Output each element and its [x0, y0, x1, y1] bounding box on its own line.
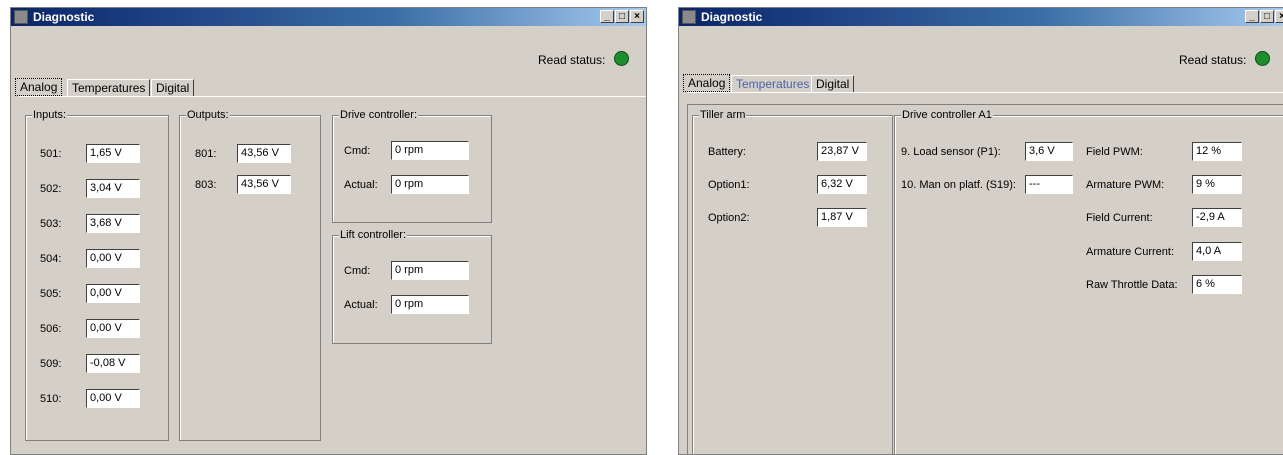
tiller-label-option1: Option1: — [708, 179, 750, 191]
minimize-icon[interactable]: _ — [1245, 10, 1259, 23]
input-value-501[interactable]: 1,65 V — [86, 144, 140, 163]
drive-controller-title: Drive controller: — [339, 109, 419, 121]
tab-temperatures[interactable]: Temperatures — [67, 79, 151, 97]
man-on-platform-value[interactable]: --- — [1025, 175, 1073, 194]
outputs-title: Outputs: — [186, 109, 230, 121]
analog-panel: Tiller arm Battery: 23,87 V Option1: 6,3… — [687, 104, 1283, 454]
minimize-icon[interactable]: _ — [600, 10, 614, 23]
status-led-icon — [614, 51, 629, 66]
load-sensor-label: 9. Load sensor (P1): — [901, 146, 1001, 158]
outputs-group: Outputs: 801: 43,56 V 803: 43,56 V — [179, 109, 321, 441]
window-title: Diagnostic — [33, 10, 95, 24]
close-icon[interactable]: × — [630, 10, 644, 23]
inputs-title: Inputs: — [32, 109, 68, 121]
input-label: 503: — [40, 218, 62, 230]
tiller-label-option2: Option2: — [708, 212, 750, 224]
tiller-arm-title: Tiller arm — [699, 109, 747, 121]
input-label: 505: — [40, 288, 62, 300]
output-value-803[interactable]: 43,56 V — [237, 175, 291, 194]
lift-controller-title: Lift controller: — [339, 229, 408, 241]
field-current-label: Field Current: — [1086, 212, 1153, 224]
drive-controller-group: Drive controller: Cmd: 0 rpm Actual: 0 r… — [332, 109, 492, 223]
tab-divider — [19, 96, 646, 97]
lift-controller-group: Lift controller: Cmd: 0 rpm Actual: 0 rp… — [332, 229, 492, 344]
maximize-icon[interactable]: □ — [1260, 10, 1274, 23]
app-icon — [682, 10, 696, 24]
field-current-value[interactable]: -2,9 A — [1192, 208, 1242, 227]
maximize-icon[interactable]: □ — [615, 10, 629, 23]
actual-label: Actual: — [344, 179, 378, 191]
armature-current-value[interactable]: 4,0 A — [1192, 242, 1242, 261]
armature-current-label: Armature Current: — [1086, 246, 1175, 258]
drive-controller-a1-group: Drive controller A1 9. Load sensor (P1):… — [894, 109, 1283, 454]
raw-throttle-label: Raw Throttle Data: — [1086, 279, 1178, 291]
drive-cmd-value[interactable]: 0 rpm — [391, 141, 469, 160]
tab-analog[interactable]: Analog — [683, 74, 731, 92]
input-value-506[interactable]: 0,00 V — [86, 319, 140, 338]
input-label: 502: — [40, 183, 62, 195]
cmd-label: Cmd: — [344, 145, 371, 157]
diagnostic-window-right: Diagnostic _ □ × Read status: Analog Tem… — [678, 7, 1283, 455]
man-on-platform-label: 10. Man on platf. (S19): — [901, 179, 1016, 191]
tab-temperatures[interactable]: Temperatures — [731, 75, 815, 93]
output-value-801[interactable]: 43,56 V — [237, 144, 291, 163]
input-value-504[interactable]: 0,00 V — [86, 249, 140, 268]
input-value-502[interactable]: 3,04 V — [86, 179, 140, 198]
cmd-label: Cmd: — [344, 265, 371, 277]
armature-pwm-label: Armature PWM: — [1086, 179, 1165, 191]
lift-actual-value[interactable]: 0 rpm — [391, 295, 469, 314]
tiller-arm-group: Tiller arm Battery: 23,87 V Option1: 6,3… — [692, 109, 893, 454]
drive-controller-a1-title: Drive controller A1 — [901, 109, 993, 121]
output-label: 801: — [195, 148, 217, 160]
diagnostic-window-left: Diagnostic _ □ × Read status: Analog Tem… — [10, 7, 647, 455]
battery-value[interactable]: 23,87 V — [817, 142, 867, 161]
title-bar[interactable]: Diagnostic _ □ × — [11, 8, 646, 26]
tiller-label-battery: Battery: — [708, 146, 746, 158]
drive-actual-value[interactable]: 0 rpm — [391, 175, 469, 194]
close-icon[interactable]: × — [1275, 10, 1283, 23]
title-bar[interactable]: Diagnostic _ □ × — [679, 8, 1283, 26]
input-value-505[interactable]: 0,00 V — [86, 284, 140, 303]
field-pwm-value[interactable]: 12 % — [1192, 142, 1242, 161]
tab-divider — [687, 92, 1283, 93]
input-value-509[interactable]: -0,08 V — [86, 354, 140, 373]
inputs-group: Inputs: 501: 1,65 V 502: 3,04 V 503: 3,6… — [25, 109, 169, 441]
input-value-503[interactable]: 3,68 V — [86, 214, 140, 233]
input-label: 504: — [40, 253, 62, 265]
window-title: Diagnostic — [701, 10, 763, 24]
input-label: 510: — [40, 393, 62, 405]
option2-value[interactable]: 1,87 V — [817, 208, 867, 227]
field-pwm-label: Field PWM: — [1086, 146, 1143, 158]
load-sensor-value[interactable]: 3,6 V — [1025, 142, 1073, 161]
option1-value[interactable]: 6,32 V — [817, 175, 867, 194]
input-value-510[interactable]: 0,00 V — [86, 389, 140, 408]
tab-analog[interactable]: Analog — [15, 78, 63, 96]
input-label: 509: — [40, 358, 62, 370]
app-icon — [14, 10, 28, 24]
input-label: 506: — [40, 323, 62, 335]
lift-cmd-value[interactable]: 0 rpm — [391, 261, 469, 280]
read-status-label: Read status: — [538, 53, 606, 67]
status-led-icon — [1255, 51, 1270, 66]
tab-digital[interactable]: Digital — [151, 79, 195, 97]
armature-pwm-value[interactable]: 9 % — [1192, 175, 1242, 194]
tab-digital[interactable]: Digital — [811, 75, 855, 93]
raw-throttle-value[interactable]: 6 % — [1192, 275, 1242, 294]
read-status-label: Read status: — [1179, 53, 1247, 67]
output-label: 803: — [195, 179, 217, 191]
input-label: 501: — [40, 148, 62, 160]
actual-label: Actual: — [344, 299, 378, 311]
